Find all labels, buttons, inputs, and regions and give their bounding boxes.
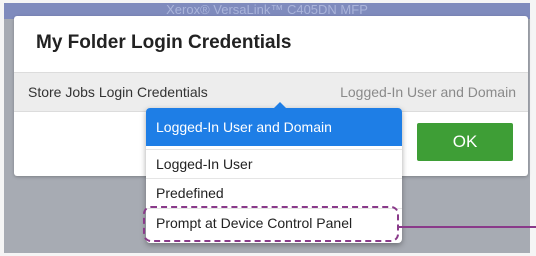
store-jobs-credentials-row[interactable]: Store Jobs Login Credentials Logged-In U… <box>14 72 528 112</box>
option-selected[interactable]: Logged-In User and Domain <box>146 108 402 146</box>
row-value: Logged-In User and Domain <box>340 84 516 100</box>
option-predefined[interactable]: Predefined <box>146 178 402 206</box>
option-highlight-outline <box>143 206 399 242</box>
option-logged-in-user[interactable]: Logged-In User <box>146 149 402 177</box>
callout-line <box>399 226 536 228</box>
dialog-title: My Folder Login Credentials <box>36 32 292 53</box>
ok-button[interactable]: OK <box>417 123 513 161</box>
row-label: Store Jobs Login Credentials <box>28 84 208 100</box>
